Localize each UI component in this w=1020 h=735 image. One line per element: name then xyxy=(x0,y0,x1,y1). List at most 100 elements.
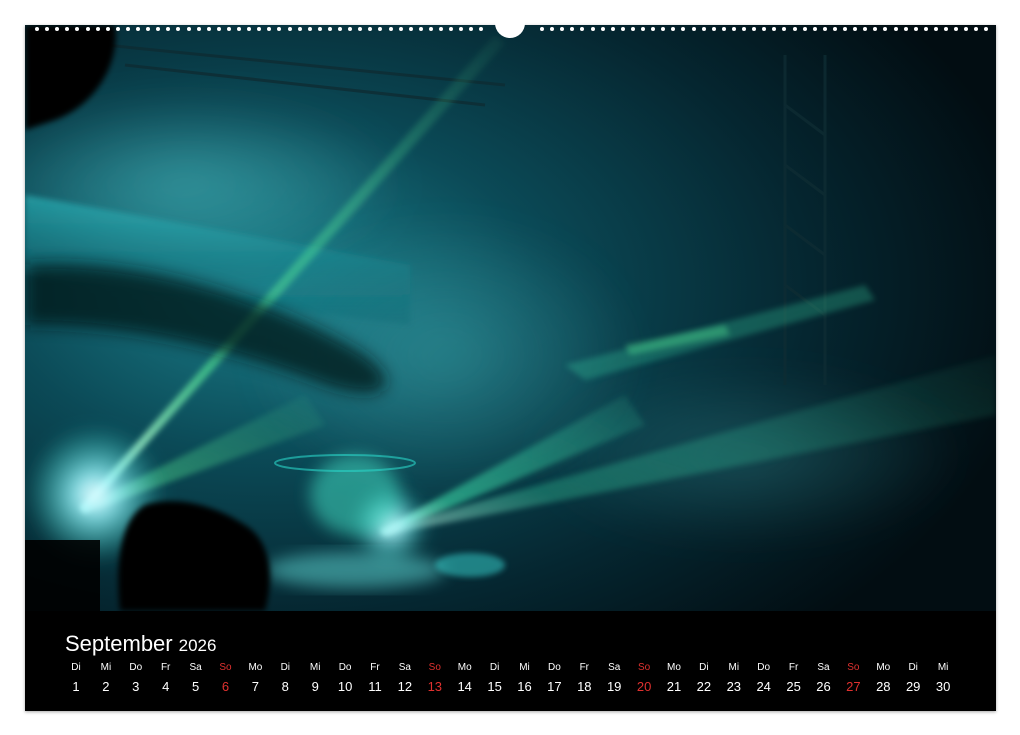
date-cell: 7 xyxy=(251,679,259,694)
date-cell: 24 xyxy=(756,679,771,694)
weekday-label: Di xyxy=(489,662,500,673)
binding-hole xyxy=(105,27,110,31)
binding-hole xyxy=(550,27,555,31)
binding-hole xyxy=(338,27,342,31)
binding-hole xyxy=(206,27,211,31)
binding-hole xyxy=(984,27,989,31)
month-name: September xyxy=(65,631,173,656)
weekday-label: Mo xyxy=(667,662,681,673)
weekday-label: Mi xyxy=(937,662,949,673)
binding-hole xyxy=(398,27,403,31)
binding-hole xyxy=(348,27,353,31)
binding-hole xyxy=(277,27,282,31)
binding-hole xyxy=(378,27,383,31)
binding-hole xyxy=(873,27,878,31)
binding-hole xyxy=(954,27,959,31)
date-cell: 11 xyxy=(368,679,382,694)
binding-hole xyxy=(176,27,181,31)
weekday-label: Mi xyxy=(728,662,740,673)
weekday-label: Fr xyxy=(788,662,799,673)
binding-hole xyxy=(923,27,928,31)
binding-hole xyxy=(671,27,676,31)
binding-hole xyxy=(287,27,292,31)
binding-hole xyxy=(196,27,201,31)
binding-hole xyxy=(822,27,827,31)
binding-hole xyxy=(752,27,757,31)
weekday-label: Fr xyxy=(370,662,380,673)
binding-hole xyxy=(65,27,70,31)
binding-hole xyxy=(257,27,262,31)
binding-hole xyxy=(307,27,312,31)
binding-hole xyxy=(408,27,413,31)
weekday-label: Do xyxy=(757,662,771,673)
binding-hole xyxy=(711,27,716,31)
binding-hole xyxy=(428,27,433,31)
date-cell: 26 xyxy=(816,679,831,694)
binding-hole xyxy=(832,27,837,31)
weekday-label: Fr xyxy=(579,662,590,673)
binding-hole xyxy=(913,27,918,31)
binding-hole xyxy=(853,27,858,31)
binding-hole xyxy=(570,27,575,31)
date-cell: 21 xyxy=(666,679,682,694)
binding-hole xyxy=(146,27,151,31)
date-cell: 28 xyxy=(876,679,891,694)
date-cell: 3 xyxy=(132,679,140,694)
binding-hole xyxy=(297,27,302,31)
date-cell: 14 xyxy=(457,679,472,694)
binding-hole xyxy=(237,27,241,31)
binding-hole xyxy=(641,27,645,31)
date-cell: 2 xyxy=(102,679,110,694)
binding-hole xyxy=(439,27,443,31)
date-cell: 5 xyxy=(191,679,200,694)
weekday-label: Mi xyxy=(309,662,321,673)
date-cell: 22 xyxy=(696,679,712,694)
binding-hole xyxy=(156,27,161,31)
binding-hole xyxy=(731,27,736,31)
binding-hole xyxy=(843,27,847,31)
weekday-label: Sa xyxy=(817,662,830,673)
date-cell: 19 xyxy=(606,679,622,694)
binding-hole xyxy=(964,27,969,31)
binding-hole xyxy=(317,27,322,31)
binding-hole xyxy=(762,27,767,31)
date-cell: 20 xyxy=(636,679,652,694)
binding-hole xyxy=(136,27,140,31)
weekday-label: Do xyxy=(338,662,352,673)
date-cell: 12 xyxy=(397,679,413,694)
weekday-label: Mi xyxy=(519,662,530,673)
weekday-label: Mo xyxy=(457,662,472,673)
date-cell: 10 xyxy=(337,679,353,694)
binding-hole xyxy=(590,27,595,31)
binding-hole xyxy=(903,27,908,31)
weekday-row: Di Mi Do Fr Sa So Mo Di Mi Do Fr Sa So Mo Di Mi Do Fr Sa So… xyxy=(61,662,961,676)
weekday-label: Mo xyxy=(248,662,263,673)
date-cell: 1 xyxy=(72,679,80,694)
date-cell: 4 xyxy=(162,679,170,694)
binding-hole xyxy=(125,27,130,31)
binding-hole xyxy=(45,27,50,31)
binding-hole xyxy=(247,27,252,31)
date-cell: 16 xyxy=(517,679,532,694)
binding-hole xyxy=(95,27,100,31)
binding-hole xyxy=(459,27,464,31)
binding-hole xyxy=(651,27,656,31)
binding-hole xyxy=(418,27,423,31)
binding-hole xyxy=(600,27,605,31)
binding-hole xyxy=(792,27,797,31)
binding-hole xyxy=(267,27,272,31)
date-cell: 8 xyxy=(281,679,289,694)
calendar-title: September 2026 xyxy=(65,631,216,657)
binding-hole xyxy=(610,27,615,31)
date-cell: 27 xyxy=(846,679,861,694)
binding-hole xyxy=(863,27,868,31)
date-cell: 15 xyxy=(487,679,502,694)
binding-hole xyxy=(691,27,696,31)
date-cell: 6 xyxy=(221,679,230,694)
date-cell: 30 xyxy=(935,679,951,694)
weekday-label: Sa xyxy=(608,662,621,673)
spiral-binding xyxy=(25,22,996,38)
binding-hole xyxy=(216,27,221,31)
weekday-label: Sa xyxy=(398,662,411,673)
binding-hole xyxy=(620,27,625,31)
